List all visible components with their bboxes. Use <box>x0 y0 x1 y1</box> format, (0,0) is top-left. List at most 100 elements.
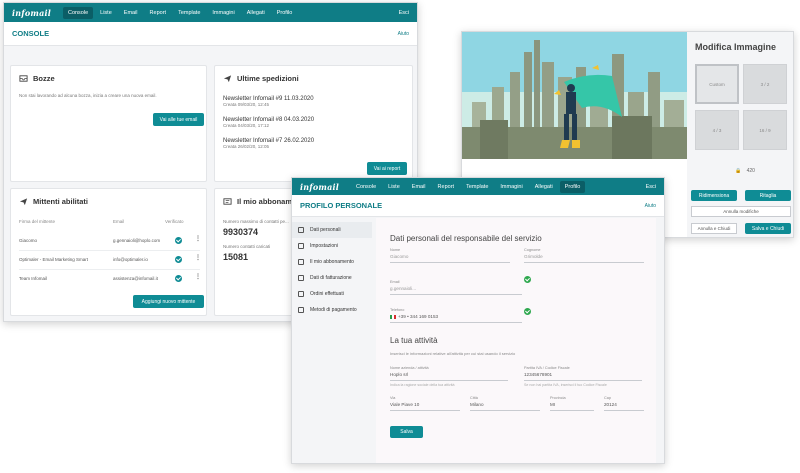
sidebar-item-personal-data[interactable]: Dati personali <box>292 222 372 238</box>
company-field[interactable]: Nome azienda / attività Hoplo srl Indica… <box>390 366 508 387</box>
id-card-icon <box>223 198 232 205</box>
list-icon <box>298 291 304 297</box>
console-logo: infomail <box>12 7 51 18</box>
city-illustration <box>462 32 687 159</box>
drafts-title-row: Bozze <box>19 74 55 83</box>
nav-profilo[interactable]: Profilo <box>559 180 586 193</box>
phone-verified-icon <box>524 308 531 315</box>
nav-liste[interactable]: Liste <box>95 7 117 19</box>
section-personal-title: Dati personali del responsabile del serv… <box>390 234 542 243</box>
activity-hint: Inserisci le informazioni relative all'a… <box>390 351 516 356</box>
add-sender-button[interactable]: Aggiungi nuovo mittente <box>133 295 204 308</box>
email-field[interactable]: Email g.gennaioli... <box>390 280 522 295</box>
drafts-title: Bozze <box>33 74 55 83</box>
more-options-icon[interactable]: ⋮ <box>195 273 201 280</box>
grid-icon <box>298 243 304 249</box>
drafts-card: Bozze Non stai lavorando ad alcuna bozza… <box>10 65 207 182</box>
max-contacts-label: Numero massimo di contatti pe... <box>223 219 289 224</box>
save-button[interactable]: Salva <box>390 426 423 438</box>
nav-immagini[interactable]: Immagini <box>495 181 527 193</box>
loaded-contacts-value: 15081 <box>223 252 249 262</box>
document-icon <box>298 275 304 281</box>
senders-card: Mittenti abilitati Firma del mittente Em… <box>10 188 207 316</box>
profile-logo: infomail <box>300 181 339 192</box>
page-title: CONSOLE <box>12 29 50 38</box>
first-name-field[interactable]: Nome Giacomo <box>390 248 510 263</box>
help-link[interactable]: Aiuto <box>398 31 409 37</box>
italy-flag-icon <box>390 314 396 319</box>
nav-template[interactable]: Template <box>173 7 205 19</box>
verified-check-icon <box>175 237 182 244</box>
loaded-contacts-label: Numero contatti caricati <box>223 244 271 249</box>
logout-link[interactable]: Esci <box>646 184 656 190</box>
divider <box>19 250 200 251</box>
newsletter-item[interactable]: Newsletter Infomail #8 04.03.2020 Creata… <box>223 117 314 128</box>
go-to-reports-button[interactable]: Vai ai report <box>367 162 407 175</box>
newsletter-item[interactable]: Newsletter Infomail #7 26.02.2020 Creata… <box>223 138 314 149</box>
help-link[interactable]: Aiuto <box>645 203 656 209</box>
last-name-field[interactable]: Cognome Grimolde <box>524 248 644 263</box>
phone-field[interactable]: Telefono +39 • 344 169 0153 <box>390 308 522 323</box>
resize-button[interactable]: Ridimensiona <box>691 190 737 201</box>
address-field[interactable]: Via Viale Piave 10 <box>390 396 460 411</box>
nav-allegati[interactable]: Allegati <box>242 7 270 19</box>
verified-check-icon <box>175 256 182 263</box>
table-row: Team Infomail assistenza@infomail.it ⋮ <box>19 273 201 282</box>
id-card-icon <box>298 259 304 265</box>
user-icon <box>298 227 304 233</box>
email-verified-icon <box>524 276 531 283</box>
vat-field[interactable]: Partita IVA / Codice Fiscale 12345678901… <box>524 366 642 387</box>
table-row: Optimaler - Email Marketing Smart info@o… <box>19 254 201 263</box>
nav-template[interactable]: Template <box>461 181 493 193</box>
cancel-close-button[interactable]: Annulla e Chiudi <box>691 223 737 234</box>
sidebar-item-orders[interactable]: Ordini effettuati <box>292 286 372 302</box>
cancel-edits-button[interactable]: Annulla modifiche <box>691 206 791 217</box>
more-options-icon[interactable]: ⋮ <box>195 254 201 261</box>
ratio-16-9[interactable]: 16 / 9 <box>743 110 787 150</box>
nav-console[interactable]: Console <box>351 181 381 193</box>
profile-sidebar: Dati personali Impostazioni Il mio abbon… <box>292 218 372 463</box>
sidebar-item-settings[interactable]: Impostazioni <box>292 238 372 254</box>
lock-value: 420 <box>746 168 755 174</box>
nav-immagini[interactable]: Immagini <box>207 7 239 19</box>
profile-topnav: infomail Console Liste Email Report Temp… <box>292 178 664 195</box>
paper-plane-icon <box>19 198 28 206</box>
nav-liste[interactable]: Liste <box>383 181 405 193</box>
province-field[interactable]: Provincia MI <box>550 396 594 411</box>
col-verified: Verificato <box>165 219 184 224</box>
ratio-3-2[interactable]: 3 / 2 <box>743 64 787 104</box>
nav-console[interactable]: Console <box>62 6 94 19</box>
sidebar-item-billing[interactable]: Dati di fatturazione <box>292 270 372 286</box>
city-field[interactable]: Città Milano <box>470 396 540 411</box>
newsletter-item[interactable]: Newsletter Infomail #9 11.03.2020 Creata… <box>223 96 314 107</box>
ratio-custom[interactable]: Custom <box>695 64 739 104</box>
crop-button[interactable]: Ritaglia <box>745 190 791 201</box>
nav-email[interactable]: Email <box>407 181 431 193</box>
more-options-icon[interactable]: ⋮ <box>195 235 201 242</box>
editor-panel: Modifica Immagine Custom 3 / 2 4 / 3 16 … <box>687 32 793 237</box>
logout-link[interactable]: Esci <box>399 10 409 16</box>
nav-allegati[interactable]: Allegati <box>530 181 558 193</box>
drafts-empty-text: Non stai lavorando ad alcuna bozza, iniz… <box>19 93 157 98</box>
ratio-4-3[interactable]: 4 / 3 <box>695 110 739 150</box>
col-email: Email <box>113 219 125 224</box>
nav-report[interactable]: Report <box>433 181 460 193</box>
console-topnav: infomail Console Liste Email Report Temp… <box>4 3 417 22</box>
nav-profilo[interactable]: Profilo <box>272 7 298 19</box>
go-to-emails-button[interactable]: Vai alle tue email <box>153 113 204 126</box>
zip-field[interactable]: Cap 20124 <box>604 396 644 411</box>
verified-check-icon <box>175 275 182 282</box>
lock-icon[interactable]: 🔒 <box>735 168 741 174</box>
save-close-button[interactable]: Salva e Chiudi <box>745 223 791 234</box>
nav-report[interactable]: Report <box>145 7 172 19</box>
last-sent-title-row: Ultime spedizioni <box>223 74 299 83</box>
divider <box>19 269 200 270</box>
nav-email[interactable]: Email <box>119 7 143 19</box>
profile-titlebar: PROFILO PERSONALE Aiuto <box>292 195 664 217</box>
last-sent-title: Ultime spedizioni <box>237 74 299 83</box>
credit-card-icon <box>298 307 304 313</box>
sidebar-item-subscription[interactable]: Il mio abbonamento <box>292 254 372 270</box>
sidebar-item-payment[interactable]: Metodi di pagamento <box>292 302 372 318</box>
editor-title: Modifica Immagine <box>695 42 777 52</box>
profile-window: infomail Console Liste Email Report Temp… <box>291 177 665 464</box>
